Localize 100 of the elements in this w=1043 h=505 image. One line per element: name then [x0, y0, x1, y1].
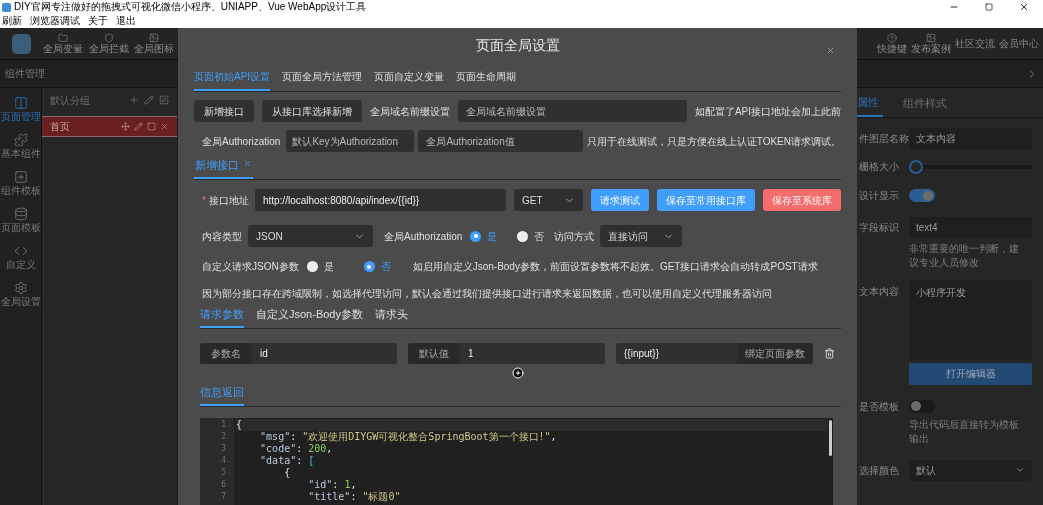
field-label: 内容类型	[202, 229, 243, 244]
menu-item[interactable]: 浏览器调试	[30, 15, 80, 27]
add-icon[interactable]	[129, 95, 139, 105]
field-label: 件图层名称	[859, 132, 909, 146]
toolbar-button[interactable]: 全局变量	[40, 32, 87, 55]
binding-field[interactable]: {{input}}	[616, 346, 737, 361]
radio-label: 否	[534, 229, 545, 244]
field-label: 全局Authorization	[202, 134, 281, 149]
menu-item[interactable]: 退出	[116, 15, 136, 27]
required-mark: *	[202, 193, 206, 208]
move-icon[interactable]	[121, 122, 130, 131]
choose-from-library-button[interactable]: 从接口库选择新增	[262, 100, 362, 122]
auth-key-field[interactable]: 默认Key为Authorization	[286, 130, 415, 152]
text-field[interactable]: text4	[909, 217, 1032, 238]
default-value-field[interactable]: 默认值 1	[408, 343, 605, 364]
field-label: 访问方式	[554, 229, 595, 244]
menu-item[interactable]: 关于	[88, 15, 108, 27]
radio-button[interactable]	[470, 230, 482, 242]
template-icon	[13, 170, 28, 184]
access-mode-select[interactable]: 直接访问	[600, 225, 683, 247]
radio-label: 否	[380, 260, 391, 274]
radio-button[interactable]	[363, 261, 375, 272]
line-number: 5	[221, 467, 226, 479]
code-line: {	[283, 467, 292, 479]
field-label: 栅格大小	[859, 160, 900, 174]
delete-icon[interactable]	[160, 122, 169, 131]
chevron-down-icon	[1015, 465, 1025, 475]
content-type-select[interactable]: JSON	[248, 225, 373, 247]
code-line: "code": 200,	[259, 443, 334, 455]
param-tab[interactable]: 请求参数	[200, 306, 244, 328]
page-item[interactable]: 首页	[42, 116, 177, 137]
line-number: 2	[221, 431, 226, 443]
edit-square-icon[interactable]	[159, 95, 169, 105]
nav-item[interactable]: 页面模板	[0, 207, 41, 234]
dialog-tab[interactable]: 页面初始API设置	[194, 69, 271, 91]
radio-button[interactable]	[306, 261, 318, 272]
field-label: 自定义请求JSON参数	[202, 260, 299, 274]
dialog-tab[interactable]: 页面生命周期	[456, 69, 517, 91]
line-number: 3	[221, 443, 226, 455]
nav-item[interactable]: 基本组件	[0, 133, 41, 160]
param-tab[interactable]: 自定义Json-Body参数	[256, 306, 363, 328]
code-line: "title": "标题0"	[307, 491, 402, 503]
copy-icon[interactable]	[147, 122, 156, 131]
code-line: "msg": "欢迎使用DIYGW可视化整合SpringBoot第一个接口!",	[259, 431, 558, 443]
edit-icon[interactable]	[144, 95, 154, 105]
bind-page-param-button[interactable]: 绑定页面参数	[737, 343, 813, 364]
slider[interactable]	[909, 159, 1032, 174]
open-editor-button[interactable]: 打开编辑器	[909, 362, 1032, 385]
code-line: "id": 1,	[307, 479, 358, 491]
url-field[interactable]: http://localhost:8080/api/index/{{id}}	[254, 189, 506, 211]
close-tab-icon[interactable]	[243, 159, 252, 168]
field-hint: 如配置了API接口地址会加上此前	[694, 104, 841, 119]
add-param-icon[interactable]	[511, 367, 524, 379]
field-label: 全局Authorization	[384, 229, 463, 244]
field-label: 字段标识	[859, 221, 900, 235]
delete-icon[interactable]	[824, 348, 835, 359]
dialog-tab[interactable]: 页面自定义变量	[374, 69, 445, 91]
field-hint: 如启用自定义Json-Body参数，前面设置参数将不起效。GET接口请求会自动转成POST请求	[412, 260, 818, 274]
auth-value-field[interactable]: 全局Authorization值	[418, 130, 583, 152]
radio-button[interactable]	[517, 230, 529, 242]
field-hint: 导出代码后直接转为模板输出	[909, 417, 1020, 446]
toggle-switch[interactable]	[909, 399, 935, 413]
code-icon	[13, 244, 28, 258]
app-logo-icon	[2, 2, 11, 12]
response-tab[interactable]: 信息返回	[200, 384, 244, 406]
toolbar-button[interactable]: 全局拦截	[86, 32, 132, 55]
maximize-icon[interactable]	[985, 3, 993, 11]
text-field[interactable]: 文本内容	[909, 128, 1032, 149]
api-tab[interactable]: 新增接口	[194, 157, 253, 179]
toolbar-button[interactable]: 发布案例	[911, 32, 951, 55]
line-number: 7	[221, 491, 226, 503]
nav-item[interactable]: 组件模板	[0, 170, 41, 197]
param-tab[interactable]: 请求头	[375, 306, 408, 328]
properties-tab[interactable]: 组件样式	[903, 89, 947, 117]
method-select[interactable]: GET	[514, 189, 583, 211]
text-area[interactable]: 小程序开发	[909, 280, 1032, 360]
field-label: 是否模板	[859, 399, 900, 414]
radio-label: 是	[323, 260, 334, 274]
menu-item[interactable]: 刷新	[2, 15, 22, 27]
color-select[interactable]: 默认	[909, 459, 1032, 481]
folder-icon	[58, 32, 69, 43]
picture-icon	[149, 32, 160, 43]
toolbar-button[interactable]: 社区交流	[955, 37, 995, 50]
edit-icon[interactable]	[134, 122, 143, 131]
field-label: 全局域名前缀设置	[370, 104, 450, 119]
prefix-field[interactable]: 全局域名前缀设置	[458, 100, 687, 122]
nav-item[interactable]: 页面管理	[0, 96, 41, 123]
toggle-switch[interactable]	[909, 189, 935, 202]
nav-item[interactable]: 全局设置	[0, 281, 41, 308]
toolbar-button[interactable]: 快捷键	[877, 32, 907, 55]
slider-thumb[interactable]	[909, 159, 923, 174]
field-label: 接口地址	[208, 193, 250, 208]
nav-item[interactable]: 自定义	[5, 244, 36, 271]
param-name-field[interactable]: 参数名 id	[200, 343, 397, 364]
toolbar-button[interactable]: 会员中心	[999, 37, 1039, 50]
database-icon	[13, 207, 28, 221]
close-icon[interactable]	[1019, 2, 1029, 12]
toolbar-button[interactable]: 全局图标	[131, 32, 177, 55]
dialog-tab[interactable]: 页面全局方法管理	[282, 69, 363, 91]
add-api-button[interactable]: 新增接口	[194, 100, 254, 122]
